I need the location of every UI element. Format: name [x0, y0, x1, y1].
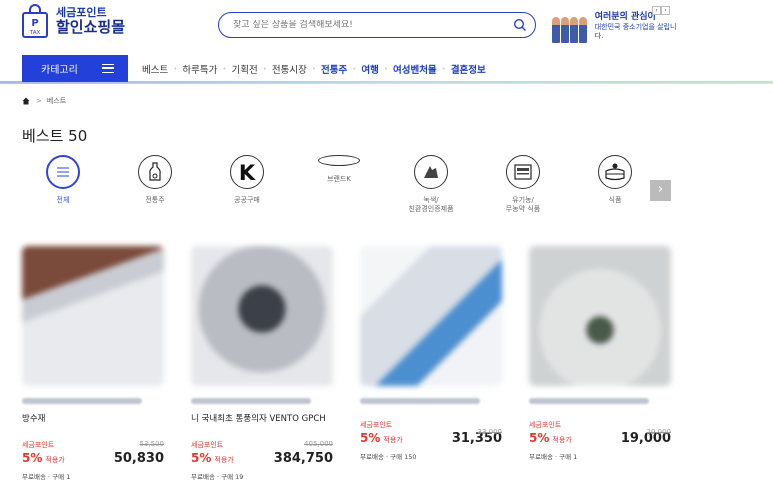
- search-input[interactable]: [233, 20, 503, 30]
- shipping-info: 무료배송 · 구매 19: [191, 473, 244, 481]
- page-title: 베스트 50: [22, 127, 88, 145]
- shipping-info: 무료배송 · 구매 1: [529, 453, 578, 461]
- nav-separator: •: [222, 64, 227, 73]
- product-blurred-title: [191, 398, 311, 404]
- category-brand-k[interactable]: 브랜드K: [294, 155, 384, 184]
- category-label: 식품: [608, 196, 622, 204]
- category-all[interactable]: 전체: [18, 155, 108, 205]
- nav-separator: •: [441, 64, 446, 73]
- product-image[interactable]: [529, 246, 671, 386]
- sale-price: 50,830: [113, 451, 164, 466]
- product-image[interactable]: [360, 246, 502, 386]
- nav-gradient-line: [0, 81, 773, 84]
- original-price: 33,000: [477, 428, 503, 436]
- organic-icon: [506, 155, 540, 189]
- leaf-icon: [414, 155, 448, 189]
- nav-separator: •: [173, 64, 178, 73]
- svg-text:K: K: [239, 161, 256, 183]
- category-next-button[interactable]: ›: [650, 180, 671, 201]
- category-label: 공공구매: [234, 196, 260, 204]
- bottle-icon: [138, 155, 172, 189]
- original-price: 405,000: [304, 440, 333, 448]
- discount-percent: 5% 적용가: [191, 451, 234, 465]
- category-button[interactable]: 카테고리: [22, 55, 128, 82]
- category-label: 유기농/ 무농약 식품: [505, 196, 541, 214]
- discount-suffix: 적용가: [383, 436, 403, 444]
- main-nav: 카테고리 베스트 • 하루특가 • 기획전 • 전통시장 • 전통주 • 여행 …: [0, 55, 773, 84]
- nav-item-travel[interactable]: 여행: [361, 62, 378, 76]
- discount-suffix: 적용가: [214, 456, 234, 464]
- promo-next-button[interactable]: ›: [661, 6, 670, 15]
- category-label: 녹색/ 친환경인증제품: [408, 196, 454, 214]
- product-name[interactable]: 니 국내최초 통풍의자 VENTO GPCH: [191, 412, 333, 424]
- nav-item-exhibition[interactable]: 기획전: [231, 62, 257, 76]
- original-price: 20,000: [646, 428, 672, 436]
- nav-separator: •: [311, 64, 316, 73]
- promo-prev-button[interactable]: ‹: [652, 6, 661, 15]
- shipping-info: 무료배송 · 구매 150: [360, 453, 417, 461]
- breadcrumb: > 베스트: [22, 96, 66, 106]
- product-card[interactable]: 니 국내최초 통풍의자 VENTO GPCH 405,000 세금포인트 5% 적…: [191, 246, 333, 481]
- svg-text:P: P: [31, 18, 38, 29]
- product-card[interactable]: 33,000 세금포인트 5% 적용가 31,350 무료배송 · 구매 150: [360, 246, 502, 461]
- logo-line1: 세금포인트: [56, 5, 107, 19]
- product-name[interactable]: 방수재: [22, 412, 164, 424]
- k-brand-icon: K: [230, 155, 264, 189]
- category-public-purchase[interactable]: K 공공구매: [202, 155, 292, 205]
- nav-item-wedding[interactable]: 결혼정보: [451, 62, 486, 76]
- discount-suffix: 적용가: [552, 436, 572, 444]
- product-blurred-title: [529, 398, 649, 404]
- category-row: 전체 전통주 K 공공구매 브랜드K 녹색/ 친환경인증제품 유기농/ 무농약 …: [22, 155, 682, 230]
- cake-icon: [598, 155, 632, 189]
- search-icon[interactable]: [513, 18, 527, 32]
- header: P TAX 세금포인트 할인쇼핑몰 여러분의 관심이 대한민국 중소기업을 살립…: [0, 0, 773, 52]
- nav-items: 베스트 • 하루특가 • 기획전 • 전통시장 • 전통주 • 여행 • 여성벤…: [142, 55, 486, 82]
- product-image[interactable]: [22, 246, 164, 386]
- discount-percent: 5% 적용가: [529, 431, 572, 445]
- discount-suffix: 적용가: [45, 456, 65, 464]
- menu-icon: [46, 155, 80, 189]
- category-green[interactable]: 녹색/ 친환경인증제품: [386, 155, 476, 214]
- nav-item-daily-deal[interactable]: 하루특가: [182, 62, 217, 76]
- product-blurred-title: [22, 398, 142, 404]
- nav-separator: •: [383, 64, 388, 73]
- logo-line2: 할인쇼핑몰: [56, 17, 126, 36]
- promo-line2: 대한민국 중소기업을 살립니다.: [594, 22, 677, 40]
- promo-arrows: ‹ ›: [652, 6, 670, 15]
- discount-percent: 5% 적용가: [360, 431, 403, 445]
- product-image[interactable]: [191, 246, 333, 386]
- product-card[interactable]: 20,000 세금포인트 5% 적용가 19,000 무료배송 · 구매 1: [529, 246, 671, 461]
- category-food[interactable]: 식품: [570, 155, 660, 205]
- people-icon: [552, 9, 589, 43]
- nav-item-best[interactable]: 베스트: [142, 62, 168, 76]
- original-price: 53,500: [139, 440, 165, 448]
- sale-price: 384,750: [273, 451, 333, 466]
- home-icon[interactable]: [22, 97, 30, 105]
- breadcrumb-separator: >: [36, 97, 42, 105]
- product-card[interactable]: 방수재 53,500 세금포인트 5% 적용가 50,830 무료배송 · 구매 …: [22, 246, 164, 481]
- breadcrumb-current[interactable]: 베스트: [47, 96, 66, 106]
- category-label: 브랜드K: [327, 175, 351, 183]
- product-blurred-title: [360, 398, 480, 404]
- nav-item-liquor[interactable]: 전통주: [321, 62, 347, 76]
- logo-badge: TAX: [29, 30, 41, 36]
- search-bar: [218, 12, 536, 38]
- site-logo[interactable]: P TAX 세금포인트 할인쇼핑몰: [22, 4, 125, 38]
- hamburger-icon: [102, 64, 114, 73]
- nav-separator: •: [352, 64, 357, 73]
- category-label: 전체: [56, 196, 70, 204]
- brand-oval-icon: [318, 155, 360, 166]
- nav-item-women-venture[interactable]: 여성벤처몰: [393, 62, 437, 76]
- logo-text: 세금포인트 할인쇼핑몰: [56, 5, 126, 36]
- discount-percent: 5% 적용가: [22, 451, 65, 465]
- shipping-info: 무료배송 · 구매 1: [22, 473, 71, 481]
- nav-separator: •: [262, 64, 267, 73]
- category-label: 카테고리: [41, 65, 78, 76]
- nav-item-market[interactable]: 전통시장: [272, 62, 307, 76]
- tax-bag-icon: P TAX: [22, 4, 48, 38]
- category-label: 전통주: [145, 196, 165, 204]
- category-liquor[interactable]: 전통주: [110, 155, 200, 205]
- category-organic[interactable]: 유기농/ 무농약 식품: [478, 155, 568, 214]
